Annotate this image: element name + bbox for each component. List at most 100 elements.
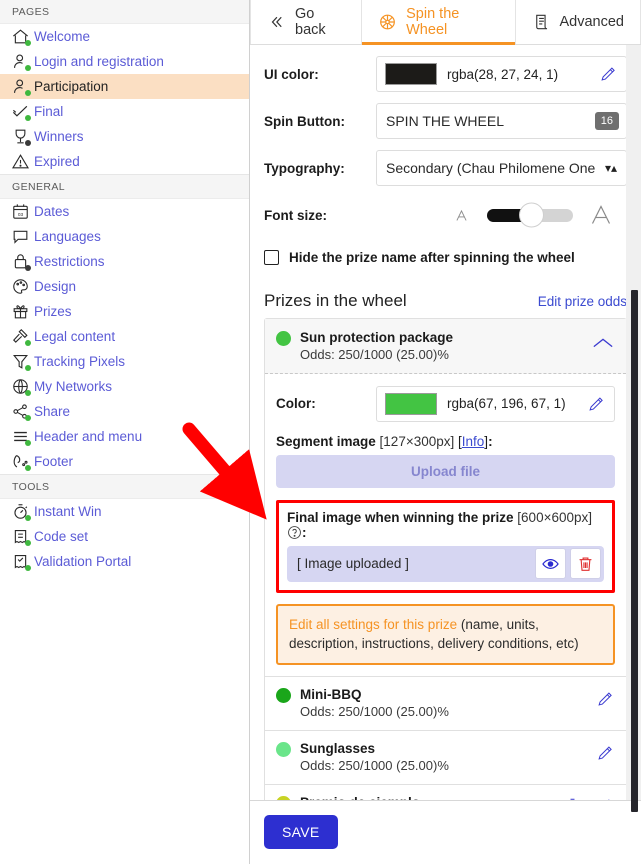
sidebar-item-label: Final — [34, 103, 64, 119]
pencil-icon[interactable] — [596, 689, 615, 708]
gavel-icon — [11, 327, 31, 346]
sidebar-item-label: Legal content — [34, 328, 116, 344]
save-button[interactable]: SAVE — [264, 815, 338, 849]
sidebar-item-share[interactable]: Share — [0, 399, 249, 424]
edit-all-settings-link[interactable]: Edit all settings for this prize — [289, 617, 457, 632]
spin-button-input[interactable]: SPIN THE WHEEL 16 — [376, 103, 627, 139]
sidebar-item-participation[interactable]: Participation — [0, 74, 249, 99]
main-scrollbar-thumb[interactable] — [631, 290, 638, 812]
sidebar-item-validation-portal[interactable]: Validation Portal — [0, 549, 249, 574]
question-mark-icon[interactable] — [287, 525, 302, 540]
segment-image-label: Segment image — [276, 433, 376, 449]
hide-prize-name-checkbox[interactable] — [264, 250, 279, 265]
trophy-icon — [11, 127, 31, 146]
sidebar-item-my-networks[interactable]: My Networks — [0, 374, 249, 399]
svg-text:03: 03 — [18, 212, 24, 218]
edit-all-settings-box[interactable]: Edit all settings for this prize (name, … — [276, 603, 615, 666]
sidebar-item-languages[interactable]: Languages — [0, 224, 249, 249]
sidebar-item-label: Expired — [34, 153, 80, 169]
final-image-preview-button[interactable] — [535, 548, 566, 580]
prize-info: Sunglasses Odds: 250/1000 (25.00)% — [300, 740, 587, 775]
sidebar-item-header-and-menu[interactable]: Header and menu — [0, 424, 249, 449]
prize-row-actions — [596, 689, 615, 708]
share-icon — [11, 402, 31, 421]
small-a-icon — [452, 206, 471, 225]
segment-image-dimensions: [127×300px] — [379, 433, 455, 449]
sidebar-item-login-and-registration[interactable]: Login and registration — [0, 49, 249, 74]
sidebar-item-label: Participation — [34, 78, 109, 94]
status-dot — [25, 65, 31, 71]
sidebar-item-code-set[interactable]: Code set — [0, 524, 249, 549]
sidebar-item-welcome[interactable]: Welcome — [0, 24, 249, 49]
segment-image-info-link[interactable]: Info — [462, 434, 485, 449]
pencil-icon[interactable] — [587, 394, 606, 413]
edit-prize-odds-link[interactable]: Edit prize odds — [538, 294, 627, 309]
palette-icon — [11, 277, 30, 296]
slider-knob[interactable] — [519, 202, 544, 228]
pencil-icon[interactable] — [596, 743, 615, 762]
prize-color-swatch[interactable] — [385, 392, 437, 415]
tab-spin-the-wheel[interactable]: Spin the Wheel — [362, 0, 516, 45]
stopwatch-icon[interactable] — [563, 797, 582, 800]
status-dot — [25, 340, 31, 346]
sidebar-item-label: Restrictions — [34, 253, 105, 269]
final-image-label: Final image when winning the prize — [287, 509, 514, 525]
status-dot — [25, 390, 31, 396]
sidebar-item-winners[interactable]: Winners — [0, 124, 249, 149]
status-dot — [25, 465, 31, 471]
sidebar-item-final[interactable]: Final — [0, 99, 249, 124]
warning-icon — [11, 152, 30, 171]
sidebar-item-prizes[interactable]: Prizes — [0, 299, 249, 324]
sidebar-item-tracking-pixels[interactable]: Tracking Pixels — [0, 349, 249, 374]
footer-icon — [11, 452, 31, 471]
ui-color-swatch[interactable] — [385, 63, 437, 85]
sidebar-item-design[interactable]: Design — [0, 274, 249, 299]
chevron-up-icon[interactable] — [591, 333, 615, 352]
settings-scroll-area[interactable]: UI color: rgba(28, 27, 24, 1) Spin Butto… — [250, 45, 641, 800]
final-image-delete-button[interactable] — [570, 548, 601, 580]
prize-info: Premio de ejemplo Instant Win prize — [300, 794, 554, 800]
segment-image-upload-button[interactable]: Upload file — [276, 454, 615, 488]
status-dot — [25, 515, 31, 521]
sidebar-item-label: Validation Portal — [34, 553, 132, 569]
prize-color-bullet — [276, 795, 291, 800]
sidebar-item-label: Header and menu — [34, 428, 143, 444]
ticket-check-icon — [11, 552, 31, 571]
pencil-icon[interactable] — [599, 65, 618, 84]
tab-go-back[interactable]: Go back — [250, 0, 363, 44]
sidebar-item-restrictions[interactable]: Restrictions — [0, 249, 249, 274]
sidebar-item-instant-win[interactable]: Instant Win — [0, 499, 249, 524]
field-ui-color: UI color: rgba(28, 27, 24, 1) — [264, 56, 627, 92]
prize-row-actions — [596, 743, 615, 762]
large-a-icon — [589, 203, 613, 227]
prize-color-label: Color: — [276, 396, 316, 412]
sidebar-group-tools: TOOLS Instant Win Code set Validation Po… — [0, 474, 249, 574]
sidebar-item-legal-content[interactable]: Legal content — [0, 324, 249, 349]
prize-row-sunglasses[interactable]: Sunglasses Odds: 250/1000 (25.00)% — [265, 730, 626, 784]
prize-row-premio-de-ejemplo[interactable]: Premio de ejemplo Instant Win prize — [265, 783, 626, 800]
ui-color-control[interactable]: rgba(28, 27, 24, 1) — [376, 56, 627, 92]
prize-color-value: rgba(67, 196, 67, 1) — [447, 396, 566, 412]
sidebar-item-dates[interactable]: 03 Dates — [0, 199, 249, 224]
prize-color-bullet — [276, 331, 291, 346]
main-scrollbar-track[interactable] — [626, 45, 641, 812]
pencil-icon[interactable] — [596, 797, 615, 800]
user-key-icon — [11, 52, 31, 71]
tab-advanced[interactable]: Advanced — [516, 0, 641, 44]
prize-row-mini-bbq[interactable]: Mini-BBQ Odds: 250/1000 (25.00)% — [265, 676, 626, 731]
typography-select[interactable]: Secondary (Chau Philomene One ▾▴ — [376, 150, 627, 186]
prize-info: Mini-BBQ Odds: 250/1000 (25.00)% — [300, 686, 587, 721]
sidebar-item-expired[interactable]: Expired — [0, 149, 249, 174]
segment-image-suffix: : — [488, 433, 493, 449]
prize-expanded-body: Color: rgba(67, 196, 67, 1) Segment imag… — [265, 374, 626, 676]
home-icon — [11, 27, 31, 46]
ticket-icon — [11, 527, 31, 546]
prize-color-bullet — [276, 742, 291, 758]
font-size-slider[interactable] — [487, 202, 573, 228]
sidebar-item-label: Code set — [34, 528, 89, 544]
sidebar-item-label: Dates — [34, 203, 70, 219]
prize-color-control[interactable]: rgba(67, 196, 67, 1) — [376, 385, 615, 422]
prize-expanded-header[interactable]: Sun protection package Odds: 250/1000 (2… — [265, 319, 626, 374]
hide-prize-name-row[interactable]: Hide the prize name after spinning the w… — [264, 250, 627, 265]
sidebar-item-footer[interactable]: Footer — [0, 449, 249, 474]
